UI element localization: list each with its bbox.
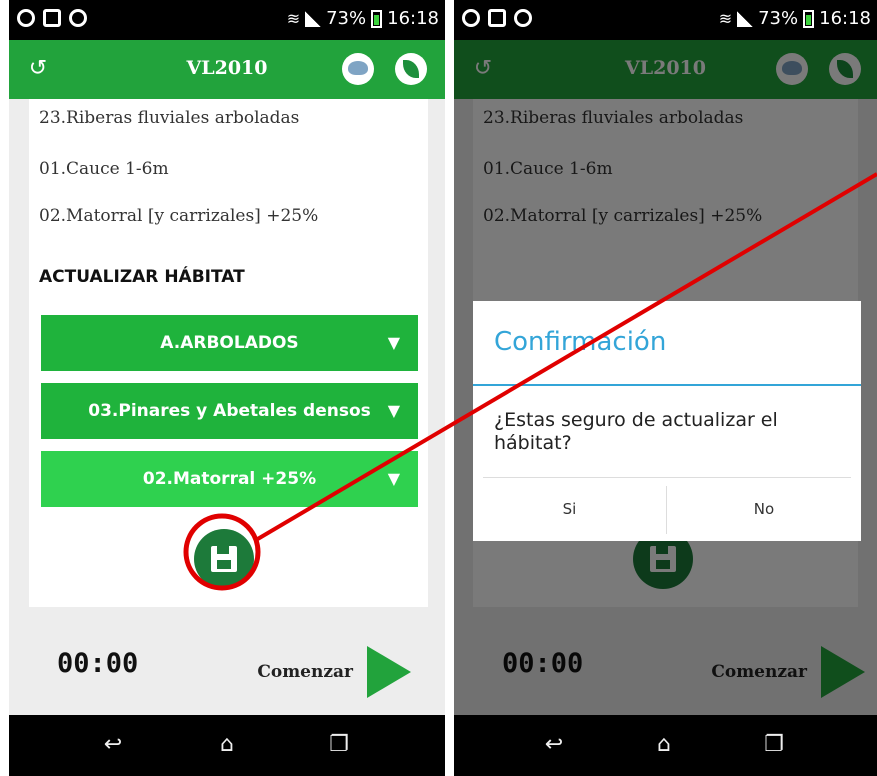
chevron-down-icon: ▼: [387, 401, 400, 420]
habitat-select-type[interactable]: 03.Pinares y Abetales densos ▼: [41, 383, 418, 439]
dialog-message: ¿Estas seguro de actualizar el hábitat?: [494, 409, 778, 454]
habitat-select-cover[interactable]: 02.Matorral +25% ▼: [41, 451, 418, 507]
habitat-card: 23.Riberas fluviales arboladas 01.Cauce …: [29, 99, 428, 607]
save-button[interactable]: [194, 529, 254, 589]
select-label: A.ARBOLADOS: [160, 333, 299, 353]
battery-icon: [371, 9, 383, 28]
select-label: 03.Pinares y Abetales densos: [88, 401, 371, 421]
wifi-icon: ≋: [718, 9, 733, 28]
system-nav-bar: ↩ ⌂ ❐: [9, 715, 445, 776]
confirm-dialog: Confirmación ¿Estas seguro de actualizar…: [473, 301, 861, 541]
bird-icon[interactable]: [342, 53, 374, 85]
habitat-info-line: 01.Cauce 1-6m: [39, 159, 169, 179]
section-title: ACTUALIZAR HÁBITAT: [39, 267, 245, 287]
wifi-icon: ≋: [286, 9, 301, 28]
habitat-info-line: 23.Riberas fluviales arboladas: [39, 108, 300, 128]
notification-icon: [17, 9, 35, 27]
notification-icon: [462, 9, 480, 27]
start-label[interactable]: Comenzar: [257, 662, 353, 682]
nav-home-icon[interactable]: ⌂: [644, 727, 684, 763]
battery-level: 73%: [326, 8, 367, 29]
sync-icon: [69, 9, 87, 27]
habitat-info-line: 02.Matorral [y carrizales] +25%: [39, 206, 319, 226]
phone-screen-right: ≋ 73% 16:18 ↺ VL2010 23.Riberas fluviale…: [454, 0, 877, 776]
yes-button[interactable]: Si: [473, 478, 666, 541]
image-icon: [488, 9, 506, 27]
signal-icon: [737, 10, 754, 27]
clock: 16:18: [387, 8, 439, 29]
signal-icon: [305, 10, 322, 27]
habitat-select-group[interactable]: A.ARBOLADOS ▼: [41, 315, 418, 371]
nav-back-icon[interactable]: ↩: [534, 727, 574, 763]
play-icon[interactable]: [367, 646, 411, 698]
timer-bar: 00:00 Comenzar: [9, 620, 445, 715]
floppy-disk-icon: [211, 546, 237, 572]
clock: 16:18: [819, 8, 871, 29]
chevron-down-icon: ▼: [387, 333, 400, 352]
system-nav-bar: ↩ ⌂ ❐: [454, 715, 877, 776]
phone-screen-left: ≋ 73% 16:18 ↺ VL2010 23.Riberas fluviale…: [9, 0, 445, 776]
chevron-down-icon: ▼: [387, 469, 400, 488]
select-label: 02.Matorral +25%: [142, 469, 317, 489]
nav-recents-icon[interactable]: ❐: [754, 727, 794, 763]
no-button[interactable]: No: [667, 478, 861, 541]
status-bar: ≋ 73% 16:18: [9, 0, 445, 40]
nav-home-icon[interactable]: ⌂: [207, 727, 247, 763]
battery-icon: [803, 9, 815, 28]
sync-icon: [514, 9, 532, 27]
dialog-title: Confirmación: [494, 327, 667, 357]
dialog-title-divider: [473, 384, 861, 386]
timer-display: 00:00: [57, 648, 139, 679]
status-bar: ≋ 73% 16:18: [454, 0, 877, 40]
battery-level: 73%: [758, 8, 799, 29]
leaf-icon[interactable]: [395, 53, 427, 85]
nav-recents-icon[interactable]: ❐: [319, 727, 359, 763]
app-bar: ↺ VL2010: [9, 40, 445, 99]
app-title: VL2010: [186, 57, 268, 79]
dialog-scrim[interactable]: Confirmación ¿Estas seguro de actualizar…: [454, 40, 877, 715]
image-icon: [43, 9, 61, 27]
nav-back-icon[interactable]: ↩: [93, 727, 133, 763]
